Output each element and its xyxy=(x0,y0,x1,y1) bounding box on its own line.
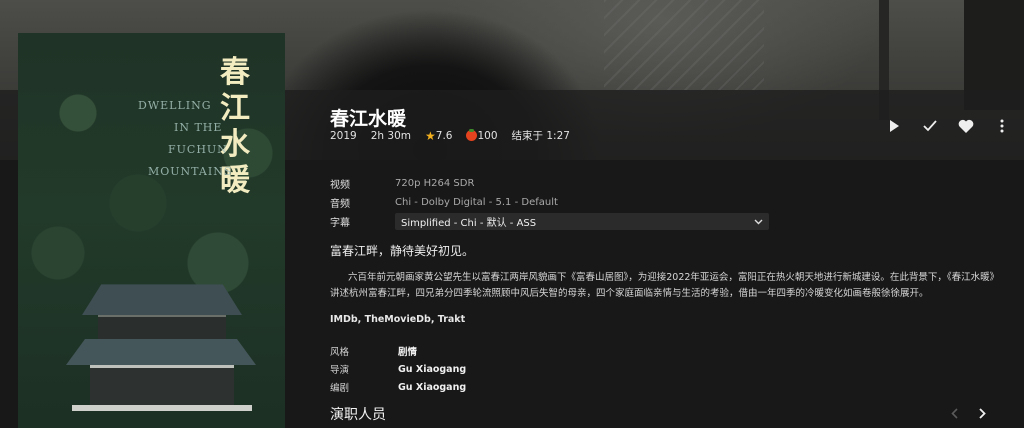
chevron-right-icon xyxy=(978,407,986,419)
subtitle-select[interactable]: Simplified - Chi - 默认 - ASS xyxy=(395,213,769,230)
writer-link[interactable]: Gu Xiaogang xyxy=(398,382,466,393)
favorite-button[interactable] xyxy=(948,114,984,138)
play-button[interactable] xyxy=(876,114,912,138)
tagline: 富春江畔，静待美好初见。 xyxy=(330,244,475,258)
ends-at: 结束于 1:27 xyxy=(511,130,570,142)
chevron-left-icon xyxy=(950,407,958,419)
cast-scroller-nav xyxy=(940,402,996,424)
cast-next-button[interactable] xyxy=(968,402,996,424)
audio-value: Chi - Dolby Digital - 5.1 - Default xyxy=(395,197,558,208)
more-button[interactable] xyxy=(984,114,1020,138)
heart-icon xyxy=(958,119,974,133)
video-label: 视频 xyxy=(330,180,350,191)
runtime: 2h 30m xyxy=(370,129,411,142)
credits: 风格 剧情 导演 Gu Xiaogang 编剧 Gu Xiaogang xyxy=(330,342,466,396)
movie-title: 春江水暖 xyxy=(330,108,407,130)
community-rating: ★ 7.6 xyxy=(425,128,453,143)
audio-row: 音频 Chi - Dolby Digital - 5.1 - Default xyxy=(330,193,769,212)
subtitle-row: 字幕 Simplified - Chi - 默认 - ASS xyxy=(330,212,769,231)
genre-row: 风格 剧情 xyxy=(330,342,466,360)
media-info: 视频 720p H264 SDR 音频 Chi - Dolby Digital … xyxy=(330,174,769,231)
cast-prev-button[interactable] xyxy=(940,402,968,424)
subtitle-label: 字幕 xyxy=(330,218,350,229)
tomato-icon xyxy=(466,129,478,141)
cast-section-title: 演职人员 xyxy=(330,407,386,423)
external-links[interactable]: IMDb, TheMovieDb, Trakt xyxy=(330,314,465,325)
movie-meta: 2019 2h 30m ★ 7.6 100 结束于 1:27 xyxy=(330,128,584,143)
critic-rating: 100 xyxy=(466,129,498,142)
more-vertical-icon xyxy=(1000,119,1004,133)
release-year: 2019 xyxy=(330,129,357,142)
chevron-down-icon xyxy=(754,219,763,224)
video-value: 720p H264 SDR xyxy=(395,178,475,189)
genre-link[interactable]: 剧情 xyxy=(398,344,417,358)
backdrop-stairs xyxy=(604,0,764,90)
director-label: 导演 xyxy=(330,365,350,376)
audio-label: 音频 xyxy=(330,199,350,210)
play-icon xyxy=(890,120,899,132)
action-bar xyxy=(876,114,1020,138)
genre-label: 风格 xyxy=(330,347,350,358)
check-icon xyxy=(923,120,937,132)
star-icon: ★ xyxy=(425,128,436,143)
video-row: 视频 720p H264 SDR xyxy=(330,174,769,193)
movie-poster[interactable]: 春 江 水 暖 DWELLING IN THE FUCHUN MOUNTAINS xyxy=(18,33,285,428)
subtitle-selected-value: Simplified - Chi - 默认 - ASS xyxy=(401,218,537,229)
director-row: 导演 Gu Xiaogang xyxy=(330,360,466,378)
poster-pavilion-illustration xyxy=(62,273,262,428)
poster-title-en: DWELLING IN THE FUCHUN MOUNTAINS xyxy=(138,99,233,178)
overview: 六百年前元朝画家黄公望先生以富春江两岸风貌画下《富春山居图》，为迎接2022年亚… xyxy=(330,272,1000,299)
writer-row: 编剧 Gu Xiaogang xyxy=(330,378,466,396)
writer-label: 编剧 xyxy=(330,383,350,394)
mark-played-button[interactable] xyxy=(912,114,948,138)
director-link[interactable]: Gu Xiaogang xyxy=(398,364,466,375)
